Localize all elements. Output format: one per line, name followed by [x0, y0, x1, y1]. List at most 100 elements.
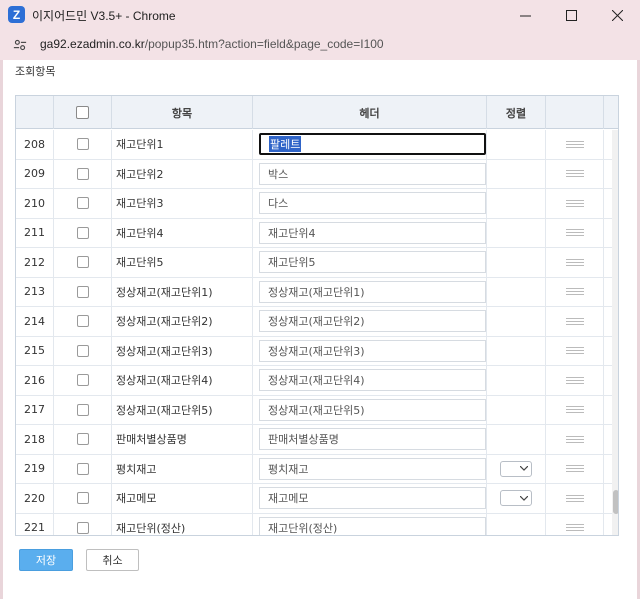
row-checkbox-cell [54, 366, 112, 395]
header-input[interactable]: 정상재고(재고단위3) [259, 339, 486, 362]
row-checkbox[interactable] [76, 226, 89, 239]
row-checkbox[interactable] [76, 492, 89, 505]
table-row: 216 정상재고(재고단위4) 정상재고(재고단위4) [16, 366, 612, 396]
row-checkbox[interactable] [76, 403, 89, 416]
drag-handle-icon[interactable] [565, 347, 584, 355]
row-checkbox[interactable] [76, 521, 89, 534]
row-drag-cell [546, 454, 604, 483]
cancel-button[interactable]: 취소 [86, 549, 139, 571]
header-input-value: 정상재고(재고단위5) [268, 403, 365, 417]
window-title: 이지어드민 V3.5+ - Chrome [32, 9, 176, 23]
row-checkbox-cell [54, 513, 112, 535]
header-input[interactable]: 평치재고 [259, 457, 486, 480]
header-input[interactable]: 박스 [259, 162, 486, 185]
row-sort-cell [487, 425, 546, 454]
drag-handle-icon[interactable] [565, 494, 584, 502]
drag-handle-icon[interactable] [565, 199, 584, 207]
row-header-cell: 판매처별상품명 [253, 425, 487, 454]
row-sort-cell [487, 218, 546, 247]
row-sort-cell [487, 366, 546, 395]
row-checkbox[interactable] [76, 138, 89, 151]
drag-handle-icon[interactable] [565, 376, 584, 384]
header-input[interactable]: 재고단위5 [259, 251, 486, 274]
drag-handle-icon[interactable] [565, 170, 584, 178]
row-checkbox[interactable] [76, 433, 89, 446]
row-checkbox[interactable] [76, 374, 89, 387]
select-all-checkbox[interactable] [76, 106, 89, 119]
url-text[interactable]: ga92.ezadmin.co.kr/popup35.htm?action=fi… [40, 37, 384, 51]
row-drag-cell [546, 307, 604, 336]
header-spacer [604, 96, 618, 129]
drag-handle-icon[interactable] [565, 406, 584, 414]
row-header-cell: 재고단위4 [253, 218, 487, 247]
row-drag-cell [546, 513, 604, 535]
grid-scroll-thumb[interactable] [613, 490, 618, 514]
row-sort-cell [487, 307, 546, 336]
header-input[interactable]: 재고단위(정산) [259, 516, 486, 535]
row-header-cell: 박스 [253, 159, 487, 188]
sort-select[interactable] [500, 460, 532, 477]
sort-select[interactable] [500, 490, 532, 507]
row-sort-cell [487, 189, 546, 218]
table-row: 210 재고단위3 다스 [16, 189, 612, 219]
drag-handle-icon[interactable] [565, 229, 584, 237]
row-item-name: 재고단위2 [112, 159, 253, 188]
url-host: ga92.ezadmin.co.kr [40, 37, 145, 51]
row-number: 208 [16, 130, 54, 159]
header-input[interactable]: 재고메모 [259, 487, 486, 510]
header-sort: 정렬 [487, 96, 546, 129]
header-input[interactable]: 다스 [259, 192, 486, 215]
row-item-name: 판매처별상품명 [112, 425, 253, 454]
row-checkbox[interactable] [76, 285, 89, 298]
header-input[interactable]: 정상재고(재고단위4) [259, 369, 486, 392]
row-drag-cell [546, 277, 604, 306]
header-input[interactable]: 판매처별상품명 [259, 428, 486, 451]
row-checkbox[interactable] [76, 315, 89, 328]
drag-handle-icon[interactable] [565, 258, 584, 266]
chevron-down-icon [520, 495, 528, 501]
row-checkbox[interactable] [76, 197, 89, 210]
row-item-name: 재고단위1 [112, 130, 253, 159]
table-row: 220 재고메모 재고메모 [16, 484, 612, 514]
header-input-value: 정상재고(재고단위1) [268, 285, 365, 299]
header-input[interactable]: 팔레트 [259, 133, 486, 156]
header-input-value: 재고단위5 [268, 256, 316, 270]
row-drag-cell [546, 218, 604, 247]
grid-header: 항목 헤더 정렬 [16, 96, 618, 129]
maximize-button[interactable] [548, 0, 594, 30]
header-input[interactable]: 정상재고(재고단위2) [259, 310, 486, 333]
drag-handle-icon[interactable] [565, 524, 584, 532]
row-checkbox[interactable] [76, 167, 89, 180]
header-input-value: 다스 [268, 197, 289, 211]
row-item-name: 정상재고(재고단위1) [112, 277, 253, 306]
header-item: 항목 [112, 96, 253, 129]
drag-handle-icon[interactable] [565, 435, 584, 443]
row-checkbox-cell [54, 189, 112, 218]
header-input-value: 재고단위4 [268, 226, 316, 240]
site-info-icon[interactable] [10, 35, 30, 55]
row-checkbox-cell [54, 130, 112, 159]
row-number: 213 [16, 277, 54, 306]
row-item-name: 정상재고(재고단위5) [112, 395, 253, 424]
minimize-button[interactable] [502, 0, 548, 30]
header-input[interactable]: 정상재고(재고단위1) [259, 280, 486, 303]
title-bar: Z 이지어드민 V3.5+ - Chrome [0, 0, 640, 30]
drag-handle-icon[interactable] [565, 317, 584, 325]
row-drag-cell [546, 484, 604, 513]
table-row: 211 재고단위4 재고단위4 [16, 218, 612, 248]
header-input[interactable]: 정상재고(재고단위5) [259, 398, 486, 421]
row-checkbox[interactable] [76, 462, 89, 475]
header-input[interactable]: 재고단위4 [259, 221, 486, 244]
row-drag-cell [546, 189, 604, 218]
row-number: 212 [16, 248, 54, 277]
row-checkbox[interactable] [76, 256, 89, 269]
drag-handle-icon[interactable] [565, 140, 584, 148]
grid-scrollbar[interactable] [612, 130, 618, 535]
drag-handle-icon[interactable] [565, 465, 584, 473]
drag-handle-icon[interactable] [565, 288, 584, 296]
row-header-cell: 팔레트 [253, 130, 487, 159]
close-button[interactable] [594, 0, 640, 30]
row-checkbox[interactable] [76, 344, 89, 357]
save-button[interactable]: 저장 [19, 549, 73, 571]
row-number: 210 [16, 189, 54, 218]
